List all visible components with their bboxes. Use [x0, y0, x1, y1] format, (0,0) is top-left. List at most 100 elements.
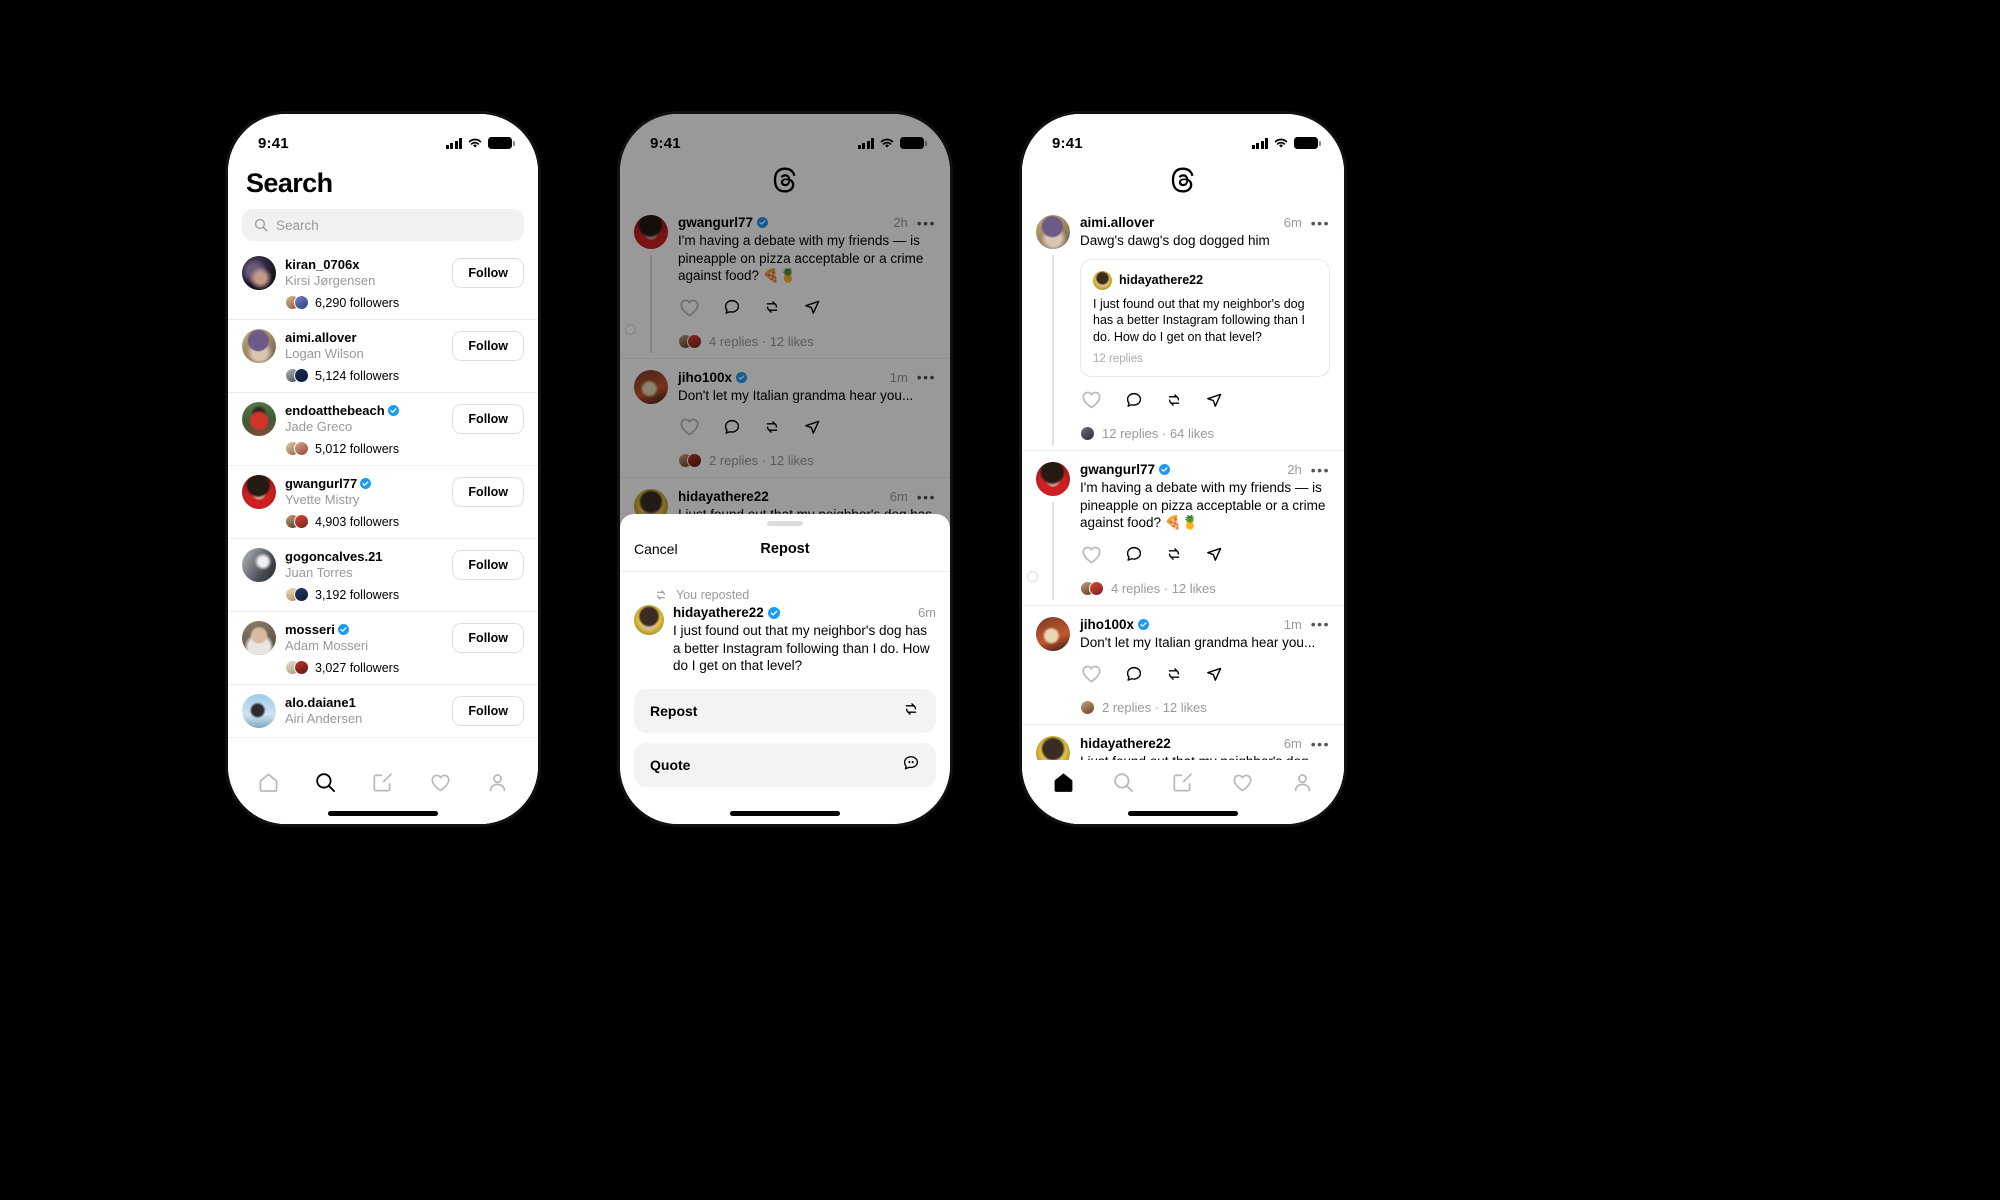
avatar[interactable]	[634, 215, 668, 249]
feed-post[interactable]: gwangurl77 2h ••• I'm having a debate wi…	[620, 204, 950, 359]
more-options-icon[interactable]: •••	[1311, 617, 1330, 631]
share-icon[interactable]	[803, 298, 821, 321]
profile-icon[interactable]	[486, 771, 509, 794]
result-username[interactable]: kiran_0706x	[285, 257, 443, 272]
heart-icon[interactable]	[678, 296, 701, 324]
post-username[interactable]: gwangurl77	[1080, 462, 1171, 477]
repost-icon[interactable]	[1165, 391, 1183, 409]
tab-home[interactable]	[1052, 771, 1075, 799]
repost-icon[interactable]	[1165, 545, 1183, 568]
share-icon[interactable]	[1205, 545, 1223, 568]
post-username[interactable]: jiho100x	[678, 370, 748, 385]
feed-post[interactable]: aimi.allover 6m ••• Dawg's dawg's dog do…	[1022, 204, 1344, 452]
avatar[interactable]	[242, 548, 276, 582]
result-username[interactable]: mosseri	[285, 622, 443, 637]
avatar[interactable]	[1036, 215, 1070, 249]
tab-compose[interactable]	[371, 771, 394, 799]
follow-button[interactable]: Follow	[452, 696, 524, 726]
follow-button[interactable]: Follow	[452, 331, 524, 361]
follow-button[interactable]: Follow	[452, 477, 524, 507]
comment-icon[interactable]	[1125, 391, 1143, 414]
feed-post[interactable]: jiho100x 1m ••• Don't let my Italian gra…	[620, 359, 950, 479]
comment-icon[interactable]	[1125, 665, 1143, 683]
repost-icon[interactable]	[1165, 391, 1183, 414]
comment-icon[interactable]	[1125, 665, 1143, 688]
comment-icon[interactable]	[723, 298, 741, 321]
tab-search[interactable]	[314, 771, 337, 799]
share-icon[interactable]	[803, 418, 821, 436]
repost-icon[interactable]	[763, 418, 781, 441]
repost-icon[interactable]	[763, 298, 781, 321]
home-icon[interactable]	[257, 771, 280, 794]
share-icon[interactable]	[803, 298, 821, 316]
more-options-icon[interactable]: •••	[917, 370, 936, 384]
more-options-icon[interactable]: •••	[1311, 463, 1330, 477]
search-result-row[interactable]: gogoncalves.21 Juan Torres 3,192 followe…	[228, 539, 538, 612]
post-meta-row[interactable]: 12 replies · 64 likes	[1080, 426, 1330, 442]
heart-icon[interactable]	[1080, 662, 1103, 685]
more-options-icon[interactable]: •••	[917, 216, 936, 230]
repost-button[interactable]: Repost	[634, 688, 936, 733]
feed-post[interactable]: jiho100x 1m ••• Don't let my Italian gra…	[1022, 606, 1344, 726]
avatar[interactable]	[242, 402, 276, 436]
result-username[interactable]: endoatthebeach	[285, 403, 443, 418]
search-result-row[interactable]: alo.daiane1 Airi Andersen Follow	[228, 685, 538, 738]
follow-button[interactable]: Follow	[452, 623, 524, 653]
avatar[interactable]	[634, 369, 668, 404]
heart-icon[interactable]	[1231, 771, 1254, 794]
repost-icon[interactable]	[1165, 665, 1183, 688]
share-icon[interactable]	[1205, 665, 1223, 688]
avatar[interactable]	[242, 475, 276, 509]
heart-icon[interactable]	[1080, 388, 1103, 416]
avatar[interactable]	[1036, 462, 1070, 497]
heart-icon[interactable]	[1080, 543, 1103, 571]
repost-icon[interactable]	[1165, 665, 1183, 683]
result-username[interactable]: gwangurl77	[285, 476, 443, 491]
heart-icon[interactable]	[678, 415, 701, 443]
tab-home[interactable]	[257, 771, 280, 799]
post-username[interactable]: jiho100x	[1080, 617, 1150, 632]
share-icon[interactable]	[1205, 391, 1223, 414]
share-icon[interactable]	[1205, 545, 1223, 563]
result-username[interactable]: alo.daiane1	[285, 695, 443, 710]
comment-icon[interactable]	[723, 418, 741, 436]
tab-profile[interactable]	[486, 771, 509, 799]
repost-icon[interactable]	[902, 700, 920, 718]
post-meta-row[interactable]: 4 replies · 12 likes	[678, 333, 936, 349]
quote-button[interactable]: Quote	[634, 742, 936, 787]
heart-icon[interactable]	[678, 415, 701, 438]
compose-icon[interactable]	[1171, 771, 1194, 794]
search-result-row[interactable]: gwangurl77 Yvette Mistry 4,903 followers…	[228, 466, 538, 539]
heart-icon[interactable]	[1080, 662, 1103, 690]
post-username[interactable]: gwangurl77	[678, 215, 769, 230]
home-icon[interactable]	[1052, 771, 1075, 794]
compose-icon[interactable]	[371, 771, 394, 794]
avatar[interactable]	[242, 621, 276, 655]
heart-icon[interactable]	[678, 296, 701, 319]
heart-icon[interactable]	[429, 771, 452, 794]
repost-icon[interactable]	[763, 418, 781, 436]
search-result-row[interactable]: kiran_0706x Kirsi Jørgensen 6,290 follow…	[228, 247, 538, 320]
post-meta-row[interactable]: 2 replies · 12 likes	[678, 453, 936, 469]
avatar[interactable]	[1036, 616, 1070, 651]
cancel-button[interactable]: Cancel	[634, 541, 678, 557]
comment-icon[interactable]	[1125, 545, 1143, 563]
post-meta-row[interactable]: 2 replies · 12 likes	[1080, 700, 1330, 716]
tab-search[interactable]	[1112, 771, 1135, 799]
profile-icon[interactable]	[1291, 771, 1314, 794]
avatar[interactable]	[242, 329, 276, 363]
heart-icon[interactable]	[1080, 543, 1103, 566]
repost-icon[interactable]	[1165, 545, 1183, 563]
search-result-row[interactable]: endoatthebeach Jade Greco 5,012 follower…	[228, 393, 538, 466]
avatar[interactable]	[242, 256, 276, 290]
avatar[interactable]	[242, 694, 276, 728]
comment-icon[interactable]	[723, 298, 741, 316]
more-options-icon[interactable]: •••	[1311, 216, 1330, 230]
more-options-icon[interactable]: •••	[1311, 737, 1330, 751]
result-username[interactable]: aimi.allover	[285, 330, 443, 345]
repost-icon[interactable]	[763, 298, 781, 316]
share-icon[interactable]	[1205, 665, 1223, 683]
search-icon[interactable]	[314, 771, 337, 794]
post-meta-row[interactable]: 4 replies · 12 likes	[1080, 580, 1330, 596]
comment-icon[interactable]	[1125, 391, 1143, 409]
